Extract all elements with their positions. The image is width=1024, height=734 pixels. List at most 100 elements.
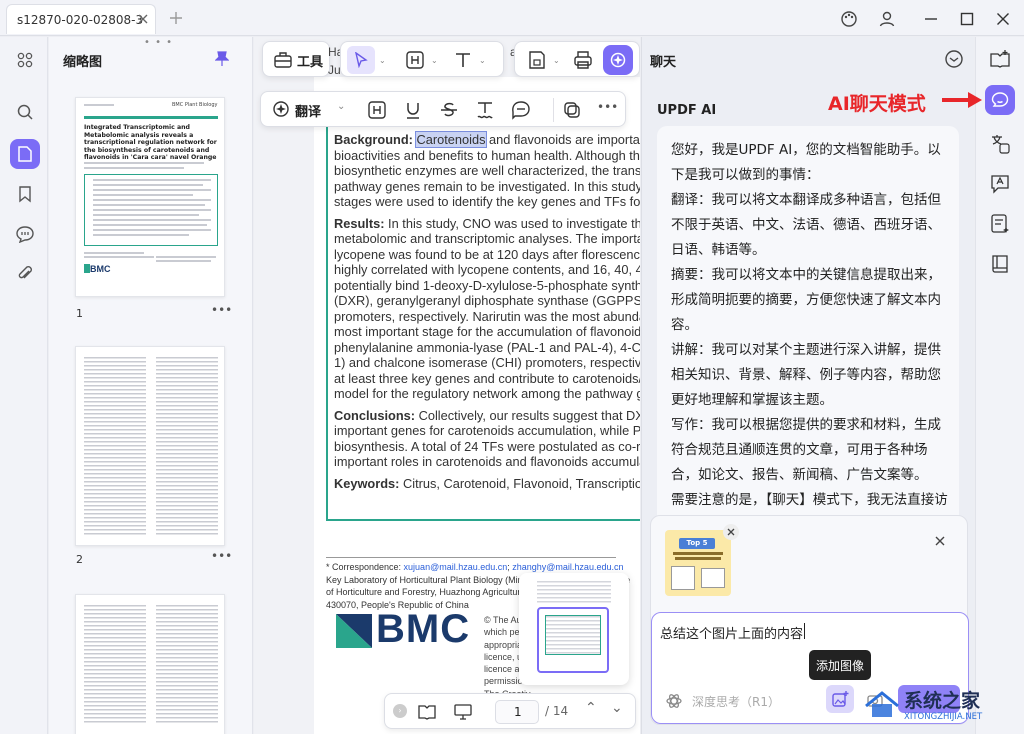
text-caret — [804, 623, 805, 639]
chevron-down-icon[interactable]: ⌄ — [379, 56, 386, 65]
reader-button[interactable] — [987, 47, 1013, 73]
select-tool-button[interactable] — [347, 46, 375, 74]
abstract-line[interactable]: lycopene was found to be at 120 days aft… — [334, 247, 640, 263]
chevron-down-icon[interactable]: ⌄ — [431, 56, 438, 65]
abstract-line[interactable]: model for the regulatory network among t… — [334, 386, 640, 402]
page-number-input[interactable]: 1 — [495, 700, 539, 724]
page-more-icon[interactable]: ••• — [211, 549, 232, 563]
translate-button[interactable] — [271, 99, 291, 119]
underline-button[interactable] — [401, 98, 425, 122]
ocr-button[interactable] — [987, 171, 1013, 197]
copy-button[interactable] — [553, 98, 584, 122]
abstract-line[interactable]: at least three key genes and contribute … — [334, 371, 640, 387]
abstract-line[interactable]: potentially bind 1-deoxy-D-xylulose-5-ph… — [334, 278, 640, 294]
print-button[interactable] — [571, 48, 595, 72]
pin-icon[interactable] — [215, 51, 229, 67]
reading-mode-button[interactable] — [417, 702, 437, 722]
abstract-line[interactable]: Conclusions: Collectively, our results s… — [334, 408, 640, 424]
page-more-icon[interactable]: ••• — [211, 303, 232, 317]
remove-attachment-button[interactable] — [723, 524, 739, 540]
abstract-text-run: Citrus, Carotenoid, Flavonoid, Transcrip… — [402, 475, 640, 491]
abstract-line[interactable]: biosynthetic enzymes are well characteri… — [334, 163, 640, 179]
apps-grid-button[interactable] — [10, 45, 40, 75]
presentation-button[interactable] — [453, 702, 473, 722]
deep-think-toggle[interactable]: 深度思考（R1） — [692, 693, 780, 710]
translate-mode-button[interactable] — [987, 131, 1013, 157]
abstract-text[interactable]: Background: Carotenoids and flavonoids a… — [334, 131, 640, 492]
abstract-line[interactable]: bioactivities and benefits to human heal… — [334, 148, 640, 164]
attached-image-preview[interactable]: Top 5 — [665, 530, 731, 596]
ai-chat-mode-button[interactable] — [985, 85, 1015, 115]
strikethrough-button[interactable] — [437, 98, 461, 122]
highlight-button[interactable] — [365, 98, 389, 122]
abstract-line[interactable]: promoters, respectively. Narirutin was t… — [334, 309, 640, 325]
ai-message: 您好，我是UPDF AI，您的文档智能助手。以下是我可以做到的事情： 翻译：我可以… — [657, 126, 959, 531]
heading-tool-button[interactable] — [403, 48, 427, 72]
thumbnails-button[interactable] — [10, 139, 40, 169]
annotation-label: AI聊天模式 — [828, 93, 926, 115]
attachment-button[interactable] — [10, 259, 40, 289]
abstract-line[interactable]: most important stage for the accumulatio… — [334, 324, 640, 340]
add-image-button[interactable] — [826, 685, 854, 713]
corr-email-1[interactable]: xujuan@mail.hzau.edu.cn — [404, 562, 508, 572]
translate-label: 翻译 — [295, 105, 322, 120]
close-attachments-icon[interactable] — [933, 534, 947, 548]
minimize-icon[interactable] — [922, 10, 940, 28]
new-tab-icon[interactable] — [168, 10, 184, 26]
abstract-text-run: potentially bind 1-deoxy-D-xylulose-5-ph… — [334, 277, 640, 293]
drag-handle-icon[interactable]: • • • — [144, 37, 173, 48]
abstract-line[interactable]: stages were used to identify the key gen… — [334, 194, 640, 210]
form-ai-button[interactable] — [987, 211, 1013, 237]
abstract-line[interactable]: Keywords: Citrus, Carotenoid, Flavonoid,… — [334, 476, 640, 492]
thumbnail-page-3[interactable] — [75, 594, 225, 734]
tab-close-icon[interactable] — [135, 11, 151, 27]
abstract-line[interactable]: metabolomic and transcriptomic analyses.… — [334, 231, 640, 247]
abstract-line[interactable]: (DXR), geranylgeranyl diphosphate syntha… — [334, 293, 640, 309]
bookmark-button[interactable] — [10, 179, 40, 209]
thumbnail-page-2[interactable] — [75, 346, 225, 546]
abstract-line[interactable]: important genes for carotenoids accumula… — [334, 423, 640, 439]
comments-button[interactable] — [10, 219, 40, 249]
maximize-icon[interactable] — [958, 10, 976, 28]
preview-viewport[interactable] — [537, 607, 609, 673]
thumbnail-page-1[interactable]: BMC Plant Biology Integrated Transcripto… — [75, 97, 225, 297]
account-icon[interactable] — [878, 10, 896, 28]
chat-history-icon[interactable] — [944, 49, 964, 69]
corr-email-2[interactable]: zhanghy@mail.hzau.edu.cn — [512, 562, 623, 572]
expand-icon[interactable]: › — [393, 704, 407, 718]
abstract-line[interactable]: Results: In this study, CNO was used to … — [334, 216, 640, 232]
abstract-text-run: biosynthesis. A total of 24 TFs were pos… — [334, 438, 640, 454]
abstract-line[interactable]: highly correlated with lycopene contents… — [334, 262, 640, 278]
theme-palette-icon[interactable] — [840, 10, 858, 28]
abstract-line[interactable]: biosynthesis. A total of 24 TFs were pos… — [334, 439, 640, 455]
ai-message-text[interactable]: 您好，我是UPDF AI，您的文档智能助手。以下是我可以做到的事情： 翻译：我可以… — [671, 138, 951, 513]
thumbnail-page-number: 2 — [76, 553, 83, 566]
tools-button[interactable]: 工具 — [262, 41, 330, 77]
abstract-line[interactable]: phenylalanine ammonia-lyase (PAL-1 and P… — [334, 340, 640, 356]
abstract-line[interactable]: pathway genes remain to be investigated.… — [334, 179, 640, 195]
text-tool-button[interactable] — [451, 48, 475, 72]
deep-think-icon[interactable] — [666, 693, 682, 709]
book-icon — [992, 255, 1008, 273]
ai-assistant-button[interactable] — [603, 45, 633, 75]
comment-button[interactable] — [509, 98, 533, 122]
close-window-icon[interactable] — [994, 10, 1012, 28]
save-button[interactable] — [525, 48, 549, 72]
chevron-down-icon[interactable]: ⌄ — [479, 56, 486, 65]
squiggly-button[interactable] — [473, 98, 497, 122]
abstract-line[interactable]: important roles in carotenoids and flavo… — [334, 454, 640, 470]
chevron-down-icon[interactable]: ⌄ — [553, 56, 560, 65]
more-icon[interactable]: ••• — [597, 100, 618, 114]
watermark-url: XITONGZHIJIA.NET — [904, 712, 983, 722]
library-button[interactable] — [987, 251, 1013, 277]
search-button[interactable] — [10, 97, 40, 127]
attachment-badge: Top 5 — [679, 538, 715, 549]
abstract-line[interactable]: 1) and chalcone isomerase (CHI) promoter… — [334, 355, 640, 371]
form-ai-icon — [991, 214, 1009, 233]
chevron-down-icon[interactable]: ⌄ — [337, 101, 345, 112]
abstract-line[interactable]: Background: Carotenoids and flavonoids a… — [334, 131, 640, 148]
document-tab[interactable]: s12870-020-02808-3 — [6, 4, 156, 34]
prev-page-icon[interactable]: ⌃ — [585, 700, 597, 716]
document-viewer[interactable]: Background: Carotenoids and flavonoids a… — [254, 37, 640, 734]
next-page-icon[interactable]: ⌄ — [611, 700, 623, 716]
